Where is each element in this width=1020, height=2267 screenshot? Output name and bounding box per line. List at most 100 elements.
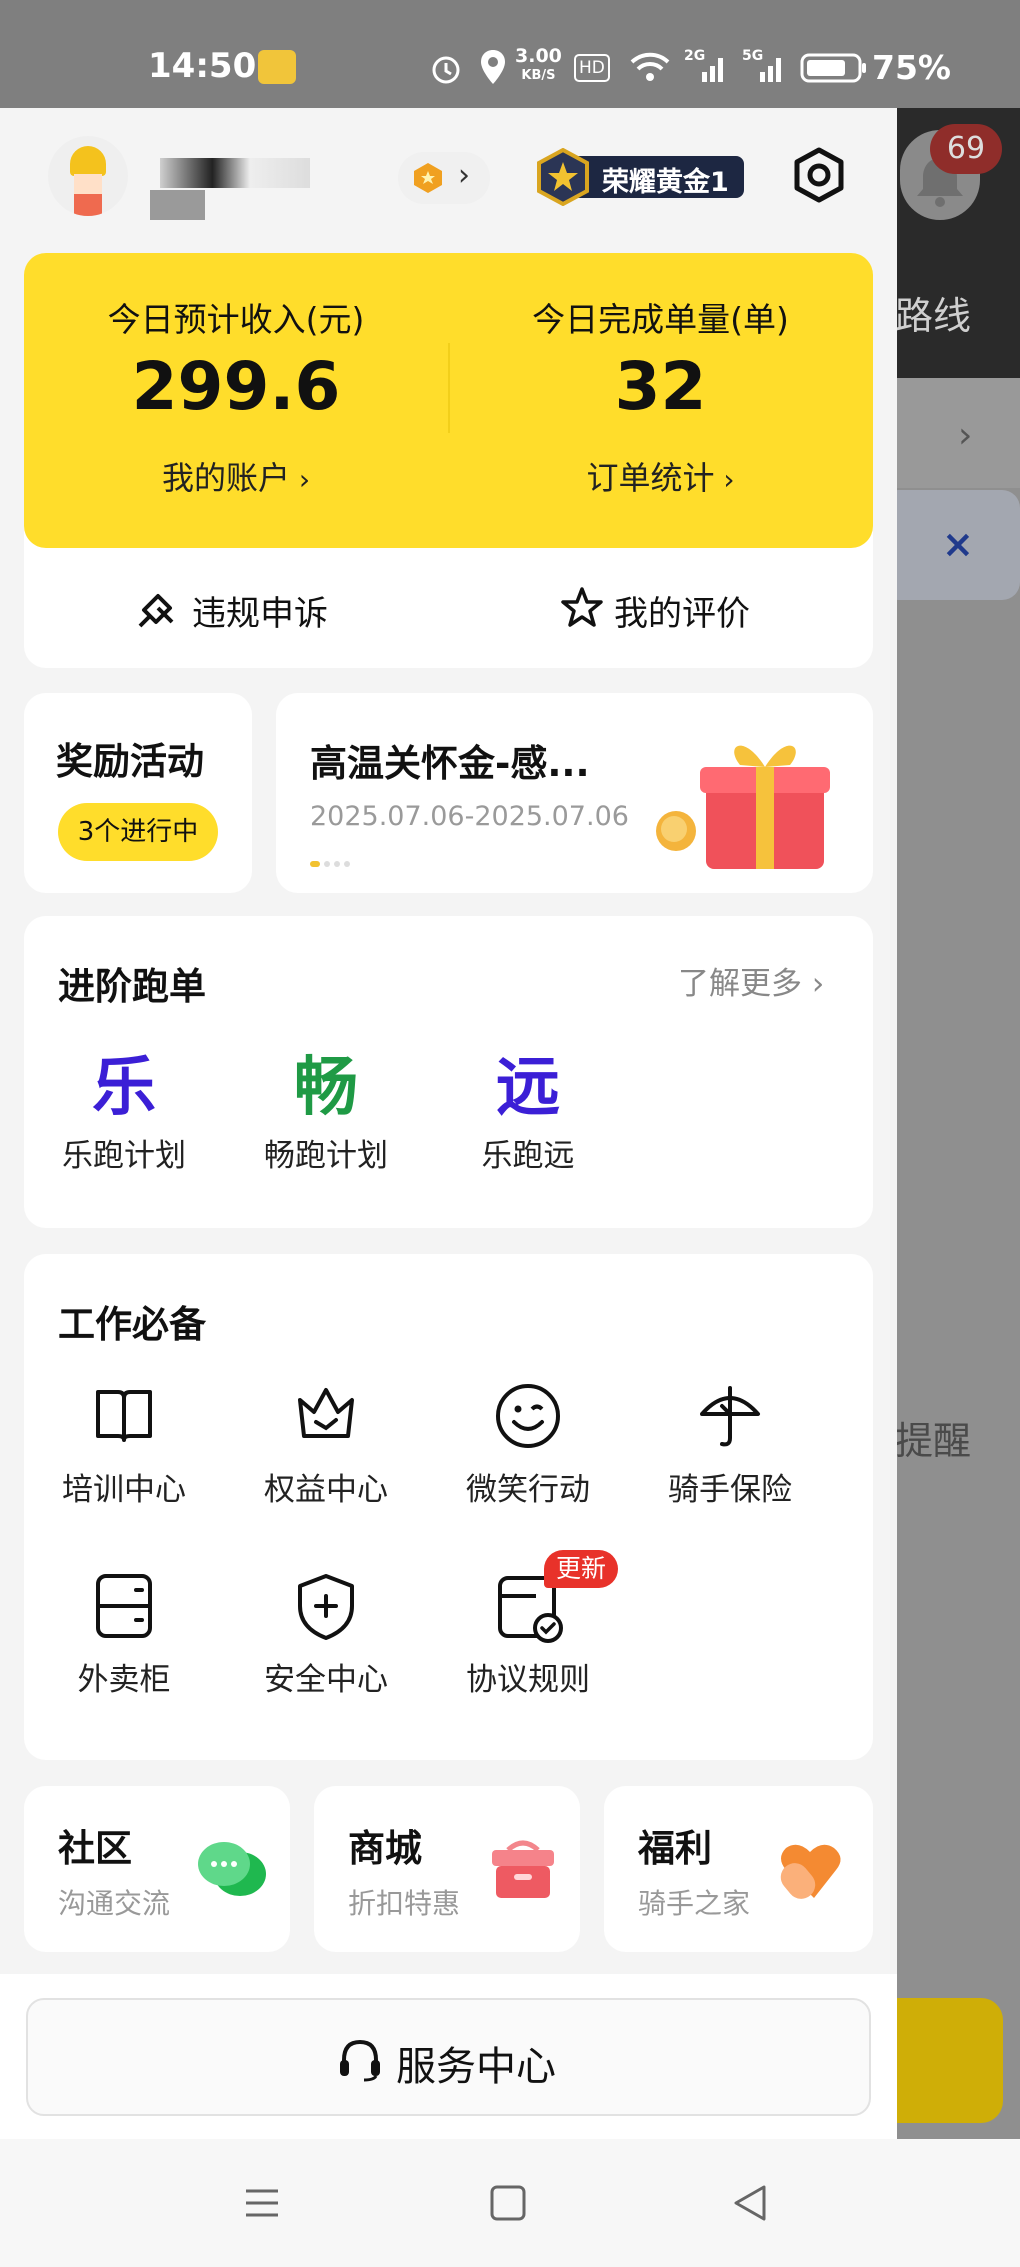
smile-icon bbox=[496, 1384, 560, 1448]
side-drawer: › 荣耀黄金1 今日预计收入(元) 299.6 我的账户 › 今日完成单量(单)… bbox=[0, 108, 897, 2139]
appeal-button[interactable]: 违规申诉 bbox=[24, 548, 448, 668]
level-hex-icon bbox=[414, 163, 442, 193]
shield-icon bbox=[298, 1574, 354, 1640]
service-center-label: 服务中心 bbox=[396, 2044, 556, 2090]
rank-badge[interactable]: 荣耀黄金1 bbox=[534, 148, 744, 206]
earnings-card: 今日预计收入(元) 299.6 我的账户 › 今日完成单量(单) 32 订单统计… bbox=[24, 253, 873, 668]
community-subtitle: 沟通交流 bbox=[58, 1887, 171, 1920]
orders-label: 今日完成单量(单) bbox=[532, 300, 789, 339]
chevron-right-icon: › bbox=[714, 463, 735, 496]
training-center[interactable]: 培训中心 bbox=[44, 1382, 204, 1522]
chevron-right-icon: › bbox=[458, 158, 470, 193]
safety-center-label: 安全中心 bbox=[264, 1662, 388, 1698]
delivery-locker-label: 外卖柜 bbox=[77, 1662, 171, 1698]
system-nav-bar bbox=[0, 2139, 1020, 2267]
orders-value: 32 bbox=[614, 348, 707, 425]
signal-icon-1 bbox=[702, 58, 723, 82]
benefits-center[interactable]: 权益中心 bbox=[246, 1382, 406, 1522]
headset-icon bbox=[340, 2039, 380, 2082]
hammer-icon bbox=[138, 594, 174, 628]
star-outline-icon bbox=[561, 587, 603, 627]
chevron-right-icon: › bbox=[289, 463, 311, 496]
back-triangle-icon[interactable] bbox=[730, 2181, 770, 2225]
chat-bubble-icon bbox=[198, 1842, 266, 1896]
income-value: 299.6 bbox=[131, 348, 341, 425]
plan-lepaoyuan[interactable]: 远 乐跑远 bbox=[448, 1036, 608, 1175]
status-time: 14:50 bbox=[148, 46, 257, 86]
heart-icon bbox=[780, 1844, 841, 1899]
stats-link[interactable]: 订单统计 › bbox=[448, 453, 873, 499]
signal-icon-2 bbox=[760, 58, 781, 82]
essentials-title: 工作必备 bbox=[58, 1303, 206, 1346]
notification-count-badge: 69 bbox=[930, 124, 1002, 174]
store-box-icon bbox=[492, 1840, 554, 1898]
book-icon bbox=[96, 1390, 152, 1442]
safety-center[interactable]: 安全中心 bbox=[246, 1572, 406, 1712]
activities-card[interactable]: 奖励活动 3个进行中 bbox=[24, 693, 252, 893]
learn-more-link[interactable]: 了解更多 › bbox=[678, 958, 824, 1003]
rider-insurance[interactable]: 骑手保险 bbox=[650, 1382, 810, 1522]
umbrella-icon bbox=[700, 1386, 760, 1447]
essentials-card: 工作必备 培训中心 权益中心 微笑行动 骑手保险 外卖柜 安全中心 协议规则 更… bbox=[24, 1254, 873, 1760]
activity-banner[interactable]: 高温关怀金-感... 2025.07.06-2025.07.06 bbox=[276, 693, 873, 893]
background-reminder-text: 提醒 bbox=[895, 1419, 972, 1463]
status-bar: 14:50 3.00 KB/S HD 2G 5G 75% bbox=[0, 0, 1020, 108]
chevron-right-icon: › bbox=[958, 415, 973, 456]
settings-icon[interactable] bbox=[790, 146, 848, 204]
mall-title: 商城 bbox=[348, 1827, 422, 1870]
account-link[interactable]: 我的账户 › bbox=[24, 453, 448, 499]
lepao-glyph-icon: 乐 bbox=[92, 1051, 156, 1125]
welfare-subtitle: 骑手之家 bbox=[638, 1887, 751, 1920]
plan-label: 乐跑远 bbox=[481, 1138, 575, 1174]
battery-icon bbox=[800, 53, 866, 83]
update-badge: 更新 bbox=[544, 1550, 619, 1588]
level-button[interactable]: › bbox=[398, 152, 490, 204]
net-speed: 3.00 KB/S bbox=[515, 45, 562, 83]
smile-action-label: 微笑行动 bbox=[466, 1472, 590, 1508]
wifi-icon bbox=[630, 52, 670, 81]
plan-lepao[interactable]: 乐 乐跑计划 bbox=[44, 1036, 204, 1175]
welfare-card[interactable]: 福利 骑手之家 bbox=[604, 1786, 873, 1952]
benefits-center-label: 权益中心 bbox=[264, 1472, 388, 1508]
activities-ongoing-badge: 3个进行中 bbox=[58, 803, 218, 861]
activities-title: 奖励活动 bbox=[56, 740, 204, 783]
avatar[interactable] bbox=[48, 136, 128, 216]
changpao-glyph-icon: 畅 bbox=[294, 1051, 358, 1125]
mall-subtitle: 折扣特惠 bbox=[348, 1887, 461, 1920]
my-reviews-label: 我的评价 bbox=[614, 594, 750, 634]
advanced-title: 进阶跑单 bbox=[58, 965, 206, 1008]
service-center-button[interactable]: 服务中心 bbox=[26, 1998, 871, 2116]
gift-box-icon bbox=[656, 745, 830, 869]
user-id-redacted bbox=[150, 190, 205, 220]
agreement-rules[interactable]: 协议规则 bbox=[448, 1572, 608, 1712]
community-card[interactable]: 社区 沟通交流 bbox=[24, 1786, 290, 1952]
locker-icon bbox=[96, 1574, 152, 1638]
community-title: 社区 bbox=[58, 1827, 132, 1870]
advanced-card: 进阶跑单 了解更多 › 乐 乐跑计划 畅 畅跑计划 远 乐跑远 bbox=[24, 916, 873, 1228]
plan-changpao[interactable]: 畅 畅跑计划 bbox=[246, 1036, 406, 1175]
appeal-label: 违规申诉 bbox=[192, 594, 328, 634]
my-reviews-button[interactable]: 我的评价 bbox=[448, 548, 873, 668]
chevron-right-icon: › bbox=[802, 966, 825, 1002]
welfare-title: 福利 bbox=[638, 1827, 712, 1870]
delivery-locker[interactable]: 外卖柜 bbox=[44, 1572, 204, 1712]
mall-card[interactable]: 商城 折扣特惠 bbox=[314, 1786, 580, 1952]
plan-label: 乐跑计划 bbox=[62, 1138, 186, 1174]
rider-insurance-label: 骑手保险 bbox=[668, 1472, 792, 1508]
banner-dates: 2025.07.06-2025.07.06 bbox=[310, 801, 629, 832]
lepaoyuan-glyph-icon: 远 bbox=[496, 1051, 560, 1125]
battery-percent: 75% bbox=[872, 48, 951, 87]
location-icon bbox=[481, 50, 505, 84]
rank-star-icon bbox=[537, 148, 589, 206]
smile-action[interactable]: 微笑行动 bbox=[448, 1382, 608, 1522]
home-square-icon[interactable] bbox=[488, 2183, 528, 2223]
hd-indicator: HD bbox=[574, 54, 610, 82]
close-icon[interactable]: × bbox=[942, 522, 974, 566]
background-route-text: 路线 bbox=[895, 294, 972, 338]
crown-icon bbox=[298, 1388, 354, 1438]
banner-title: 高温关怀金-感... bbox=[310, 742, 590, 785]
menu-icon[interactable] bbox=[242, 2183, 282, 2223]
username-redacted bbox=[160, 158, 310, 188]
agreement-rules-label: 协议规则 bbox=[466, 1662, 590, 1698]
plan-label: 畅跑计划 bbox=[264, 1138, 388, 1174]
